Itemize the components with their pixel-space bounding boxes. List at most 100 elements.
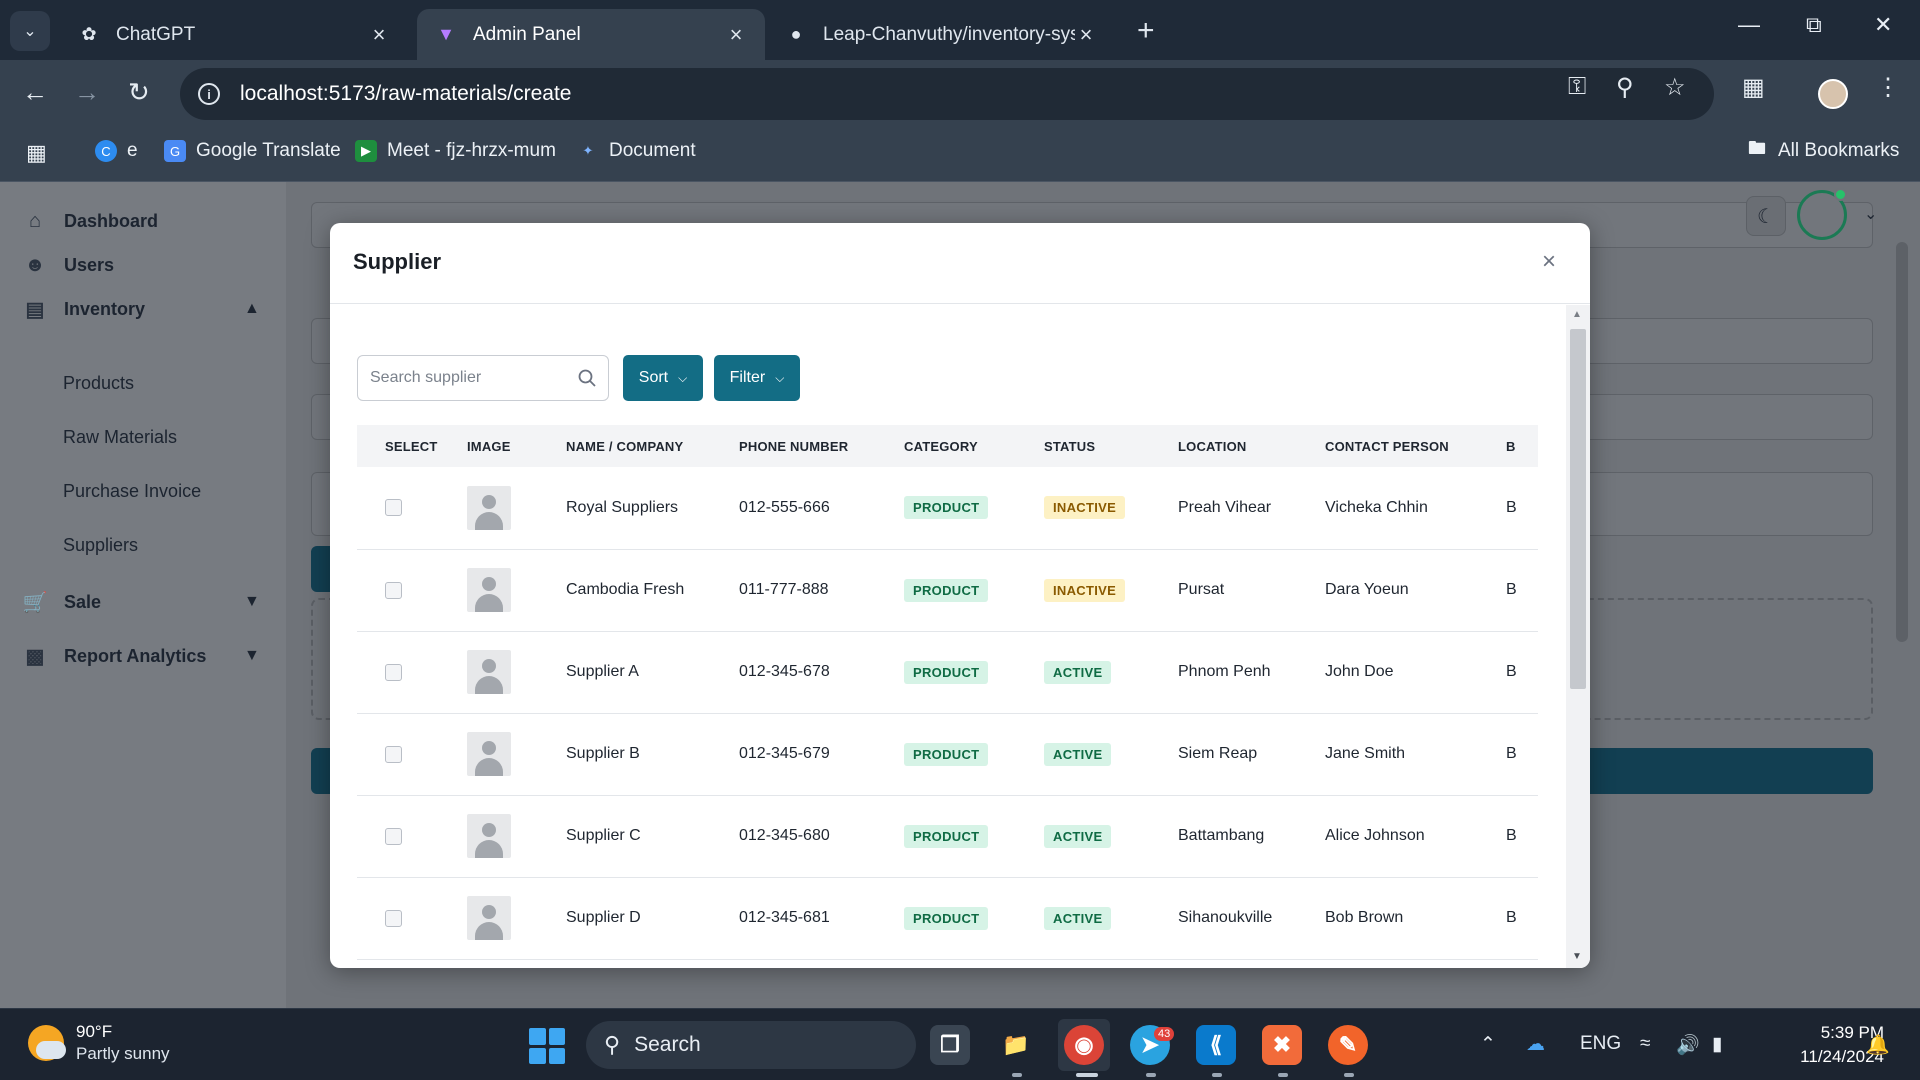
profile-avatar[interactable] [1818,79,1848,109]
weather-temp: 90°F [76,1022,113,1041]
bookmark-google-translate[interactable]: G Google Translate [164,140,341,162]
star-icon[interactable]: ☆ [1664,73,1686,102]
row-checkbox[interactable] [385,581,402,599]
sidebar-item-sale[interactable]: 🛒 Sale [22,589,101,615]
tab-chatgpt[interactable]: ✿ ChatGPT × [60,9,408,60]
taskbar-search[interactable]: ⚲ Search [586,1021,916,1069]
menu-icon[interactable]: ⋮ [1876,73,1900,102]
supplier-name: Supplier D [566,909,641,926]
weather-widget[interactable]: 90°F Partly sunny [28,1021,170,1065]
search-icon[interactable] [577,367,597,389]
chevron-down-icon[interactable]: ▼ [244,647,260,665]
tab-github[interactable]: ● Leap-Chanvuthy/inventory-syst × [767,9,1115,60]
clock[interactable]: 5:39 PM 11/24/2024 [1754,1021,1884,1069]
zoom-icon[interactable]: ⚲ [1616,73,1634,102]
vite-icon: ▼ [437,24,455,44]
modal-body: Sort ⌵ Filter ⌵ SELECT IMAGE NAME / COMP… [330,305,1565,968]
task-view-icon[interactable]: ❒ [930,1025,970,1065]
close-window-icon[interactable]: ✕ [1874,12,1892,38]
password-key-icon[interactable]: ⚿ [1568,73,1586,101]
close-icon[interactable]: × [1536,248,1562,275]
sidebar-item-purchase-invoice[interactable]: Purchase Invoice [63,481,201,502]
modal-scrollbar[interactable]: ▲ ▼ [1566,305,1590,968]
table-row[interactable]: Supplier A 012-345-678 PRODUCT ACTIVE Ph… [357,631,1538,713]
table-row[interactable]: Supplier C 012-345-680 PRODUCT ACTIVE Ba… [357,795,1538,877]
address-bar[interactable]: i localhost:5173/raw-materials/create [180,68,1714,120]
site-info-icon[interactable]: i [198,83,220,105]
bookmark-label: Document [609,140,696,161]
restore-icon[interactable]: ⧉ [1806,12,1822,38]
sidebar-item-dashboard[interactable]: ⌂ Dashboard [22,208,158,234]
chevron-down-icon[interactable]: ⌄ [1864,204,1877,224]
bookmark-document[interactable]: ✦ Document [577,140,696,162]
search-supplier-box[interactable] [357,355,609,401]
moon-icon[interactable]: ☾ [1746,196,1786,236]
apps-icon[interactable]: ▦ [26,140,47,166]
new-tab-button[interactable]: + [1137,14,1155,48]
forward-icon[interactable]: → [74,77,100,108]
scroll-up-icon[interactable]: ▲ [1572,309,1582,320]
browser-tab-bar: ⌄ ✿ ChatGPT × ▼ Admin Panel × ● Leap-Cha… [0,0,1920,60]
row-checkbox[interactable] [385,663,402,681]
chevron-up-icon[interactable]: ▲ [244,300,260,318]
filter-button[interactable]: Filter ⌵ [714,355,800,401]
sidebar-item-inventory[interactable]: ▤ Inventory [22,296,145,322]
close-icon[interactable]: × [368,22,390,48]
bookmark-e[interactable]: C e [95,140,138,162]
chrome-icon[interactable]: ◉ [1064,1025,1104,1065]
file-explorer-icon[interactable]: 📁 [996,1025,1036,1065]
search-input[interactable] [370,369,577,387]
table-row[interactable]: Supplier D 012-345-681 PRODUCT ACTIVE Si… [357,877,1538,959]
table-row[interactable]: Cambodia Fresh 011-777-888 PRODUCT INACT… [357,549,1538,631]
scrollbar-thumb[interactable] [1570,329,1586,689]
sidebar-item-report-analytics[interactable]: ▩ Report Analytics [22,643,207,669]
back-icon[interactable]: ← [22,77,48,108]
volume-icon[interactable]: 🔊 [1676,1033,1700,1057]
tab-search-button[interactable]: ⌄ [10,11,50,51]
onedrive-icon[interactable]: ☁ [1526,1033,1545,1056]
sidebar-item-users[interactable]: ☻ Users [22,252,114,278]
close-icon[interactable]: × [1075,22,1097,48]
wifi-icon[interactable]: ≈ [1640,1033,1650,1055]
table-row[interactable]: Royal Suppliers 012-555-666 PRODUCT INAC… [357,467,1538,549]
row-checkbox[interactable] [385,909,402,927]
url-text[interactable]: localhost:5173/raw-materials/create [240,82,572,106]
chevron-down-icon: ⌵ [678,370,688,385]
close-icon[interactable]: × [725,22,747,48]
row-checkbox[interactable] [385,827,402,845]
tab-admin-panel[interactable]: ▼ Admin Panel × [417,9,765,60]
row-checkbox[interactable] [385,745,402,763]
page-scrollbar[interactable] [1896,242,1908,642]
xampp-icon[interactable]: ✖ [1262,1025,1302,1065]
all-bookmarks[interactable]: 🖿 All Bookmarks [1746,138,1899,162]
sidebar-item-raw-materials[interactable]: Raw Materials [63,427,177,448]
supplier-location: Siem Reap [1178,745,1258,762]
minimize-icon[interactable]: — [1738,12,1760,38]
language-indicator[interactable]: ENG [1580,1033,1621,1055]
scroll-down-icon[interactable]: ▼ [1572,951,1582,962]
running-indicator [1212,1073,1222,1077]
notification-bell-icon[interactable]: 🔔 [1866,1033,1890,1057]
reload-icon[interactable]: ↻ [128,77,150,108]
supplier-location: Pursat [1178,581,1225,598]
sidebar-item-label: Report Analytics [64,645,207,666]
chevron-down-icon[interactable]: ▼ [244,593,260,611]
postman-icon[interactable]: ✎ [1328,1025,1368,1065]
bookmark-meet[interactable]: ▶ Meet - fjz-hrzx-mum [355,140,556,162]
sort-button[interactable]: Sort ⌵ [623,355,703,401]
vscode-icon[interactable]: ⟪ [1196,1025,1236,1065]
supplier-location: Sihanoukville [1178,909,1273,926]
supplier-image-placeholder [467,485,511,530]
supplier-contact: Bob Brown [1325,909,1404,926]
sidebar-item-suppliers[interactable]: Suppliers [63,535,138,556]
sidebar-item-products[interactable]: Products [63,373,134,394]
extensions-icon[interactable]: ▦ [1742,73,1765,102]
windows-start-icon[interactable] [529,1028,565,1064]
truncated-cell: B [1506,498,1517,516]
battery-icon[interactable]: ▮ [1712,1033,1722,1056]
chevron-up-icon[interactable]: ⌃ [1480,1033,1496,1056]
tab-title: Admin Panel [473,23,581,45]
table-row[interactable]: Supplier B 012-345-679 PRODUCT ACTIVE Si… [357,713,1538,795]
status-badge: ACTIVE [1044,660,1112,684]
row-checkbox[interactable] [385,499,402,517]
